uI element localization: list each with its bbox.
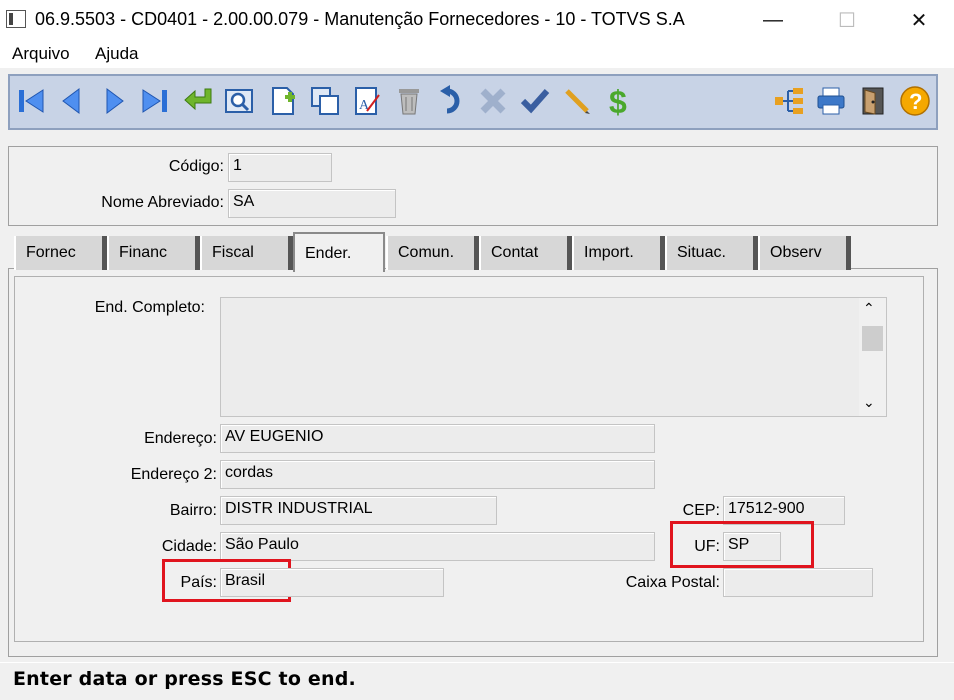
end-completo-label: End. Completo: — [94, 299, 205, 316]
nome-abreviado-label: Nome Abreviado: — [101, 194, 224, 211]
tab-ender[interactable]: Ender. — [293, 232, 385, 272]
svg-text:$: $ — [609, 85, 627, 117]
pais-label: País: — [180, 574, 217, 591]
tab-situac[interactable]: Situac. — [665, 236, 758, 270]
tab-observ[interactable]: Observ — [758, 236, 851, 270]
endereco-field[interactable]: AV EUGENIO — [220, 424, 655, 453]
tree-icon[interactable] — [772, 84, 806, 118]
pais-field[interactable]: Brasil — [220, 568, 444, 597]
pencil-icon[interactable] — [560, 84, 594, 118]
cep-label: CEP: — [682, 502, 720, 519]
bairro-label: Bairro: — [169, 502, 217, 519]
goto-icon[interactable] — [182, 84, 216, 118]
codigo-field[interactable]: 1 — [228, 153, 332, 182]
exit-icon[interactable] — [856, 84, 890, 118]
endereco2-field[interactable]: cordas — [220, 460, 655, 489]
tab-contat[interactable]: Contat — [479, 236, 572, 270]
dollar-icon[interactable]: $ — [602, 84, 636, 118]
minimize-button[interactable]: — — [738, 0, 808, 40]
tab-fiscal[interactable]: Fiscal — [200, 236, 293, 270]
caixa-postal-label: Caixa Postal: — [625, 574, 720, 591]
window-title: 06.9.5503 - CD0401 - 2.00.00.079 - Manut… — [35, 9, 685, 29]
delete-icon[interactable] — [392, 84, 426, 118]
tab-financ[interactable]: Financ — [107, 236, 200, 270]
add-icon[interactable] — [266, 84, 300, 118]
nome-abreviado-field[interactable]: SA — [228, 189, 396, 218]
save-icon[interactable] — [518, 84, 552, 118]
tab-import[interactable]: Import. — [572, 236, 665, 270]
codigo-label: Código: — [168, 158, 224, 175]
cidade-label: Cidade: — [161, 538, 217, 555]
cancel-icon[interactable] — [476, 84, 510, 118]
cidade-field[interactable]: São Paulo — [220, 532, 655, 561]
menu-arquivo[interactable]: Arquivo — [12, 44, 70, 64]
next-icon[interactable] — [98, 84, 132, 118]
search-icon[interactable] — [222, 84, 256, 118]
copy-icon[interactable] — [308, 84, 342, 118]
last-icon[interactable] — [138, 84, 172, 118]
app-icon — [6, 10, 26, 28]
end-completo-textarea[interactable] — [220, 297, 887, 417]
menu-ajuda[interactable]: Ajuda — [95, 44, 138, 64]
tab-fornec[interactable]: Fornec — [14, 236, 107, 270]
svg-text:?: ? — [909, 89, 922, 114]
endereco-label: Endereço: — [144, 430, 217, 447]
edit-icon[interactable]: A — [350, 84, 384, 118]
close-button[interactable]: ✕ — [884, 0, 954, 40]
first-icon[interactable] — [14, 84, 48, 118]
scroll-up-icon[interactable]: ⌃ — [863, 300, 875, 317]
undo-icon[interactable] — [436, 84, 470, 118]
uf-field[interactable]: SP — [723, 532, 781, 561]
maximize-button[interactable]: ☐ — [812, 0, 882, 40]
scroll-thumb[interactable] — [862, 326, 883, 351]
bairro-field[interactable]: DISTR INDUSTRIAL — [220, 496, 497, 525]
help-icon[interactable]: ? — [898, 84, 932, 118]
menu-bar — [0, 40, 954, 68]
tab-comun[interactable]: Comun. — [386, 236, 479, 270]
previous-icon[interactable] — [54, 84, 88, 118]
status-text: Enter data or press ESC to end. — [13, 668, 356, 690]
uf-label: UF: — [694, 538, 720, 555]
endereco2-label: Endereço 2: — [130, 466, 217, 483]
scroll-down-icon[interactable]: ⌄ — [863, 394, 875, 411]
caixa-postal-field[interactable] — [723, 568, 873, 597]
print-icon[interactable] — [814, 84, 848, 118]
